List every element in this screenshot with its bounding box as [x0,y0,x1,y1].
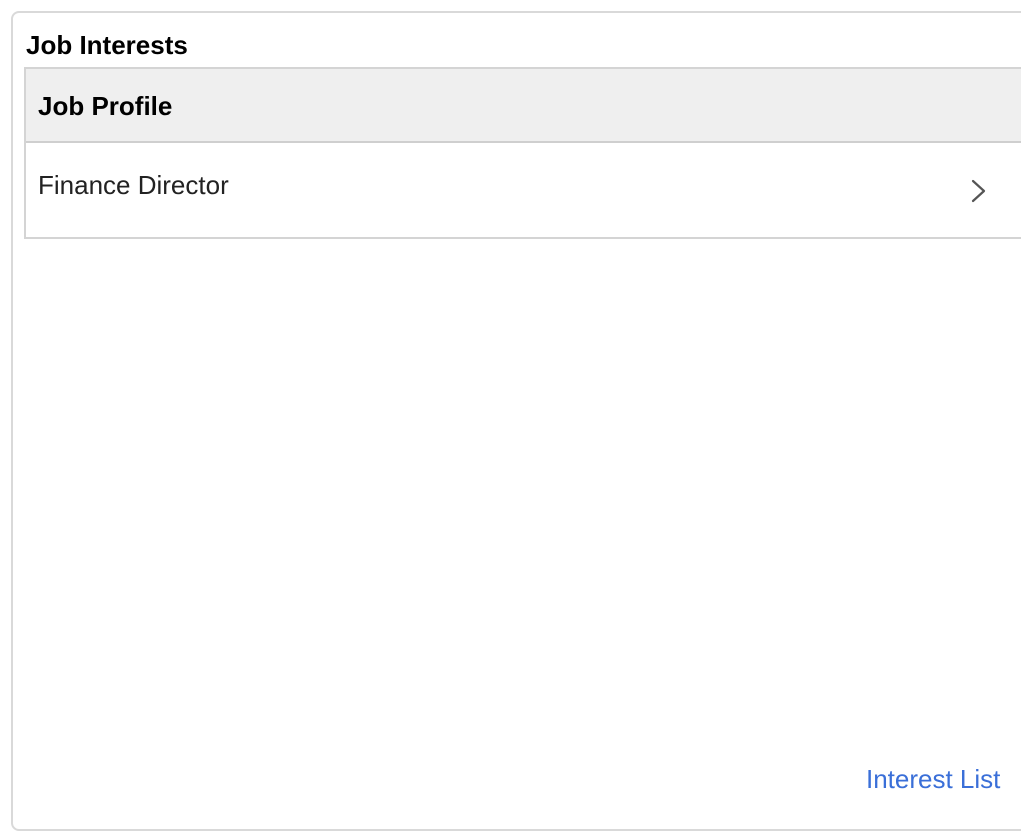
grid-header: Job Profile [26,69,1021,143]
chevron-right-icon[interactable] [968,177,990,205]
job-profile-value: Finance Director [38,170,229,200]
column-header-job-profile: Job Profile [38,91,173,121]
panel-title: Job Interests [26,30,188,60]
table-row[interactable]: Finance Director [26,143,1021,237]
job-profile-grid: Job Profile Finance Director [24,67,1021,239]
interest-list-link[interactable]: Interest List [866,762,1000,796]
